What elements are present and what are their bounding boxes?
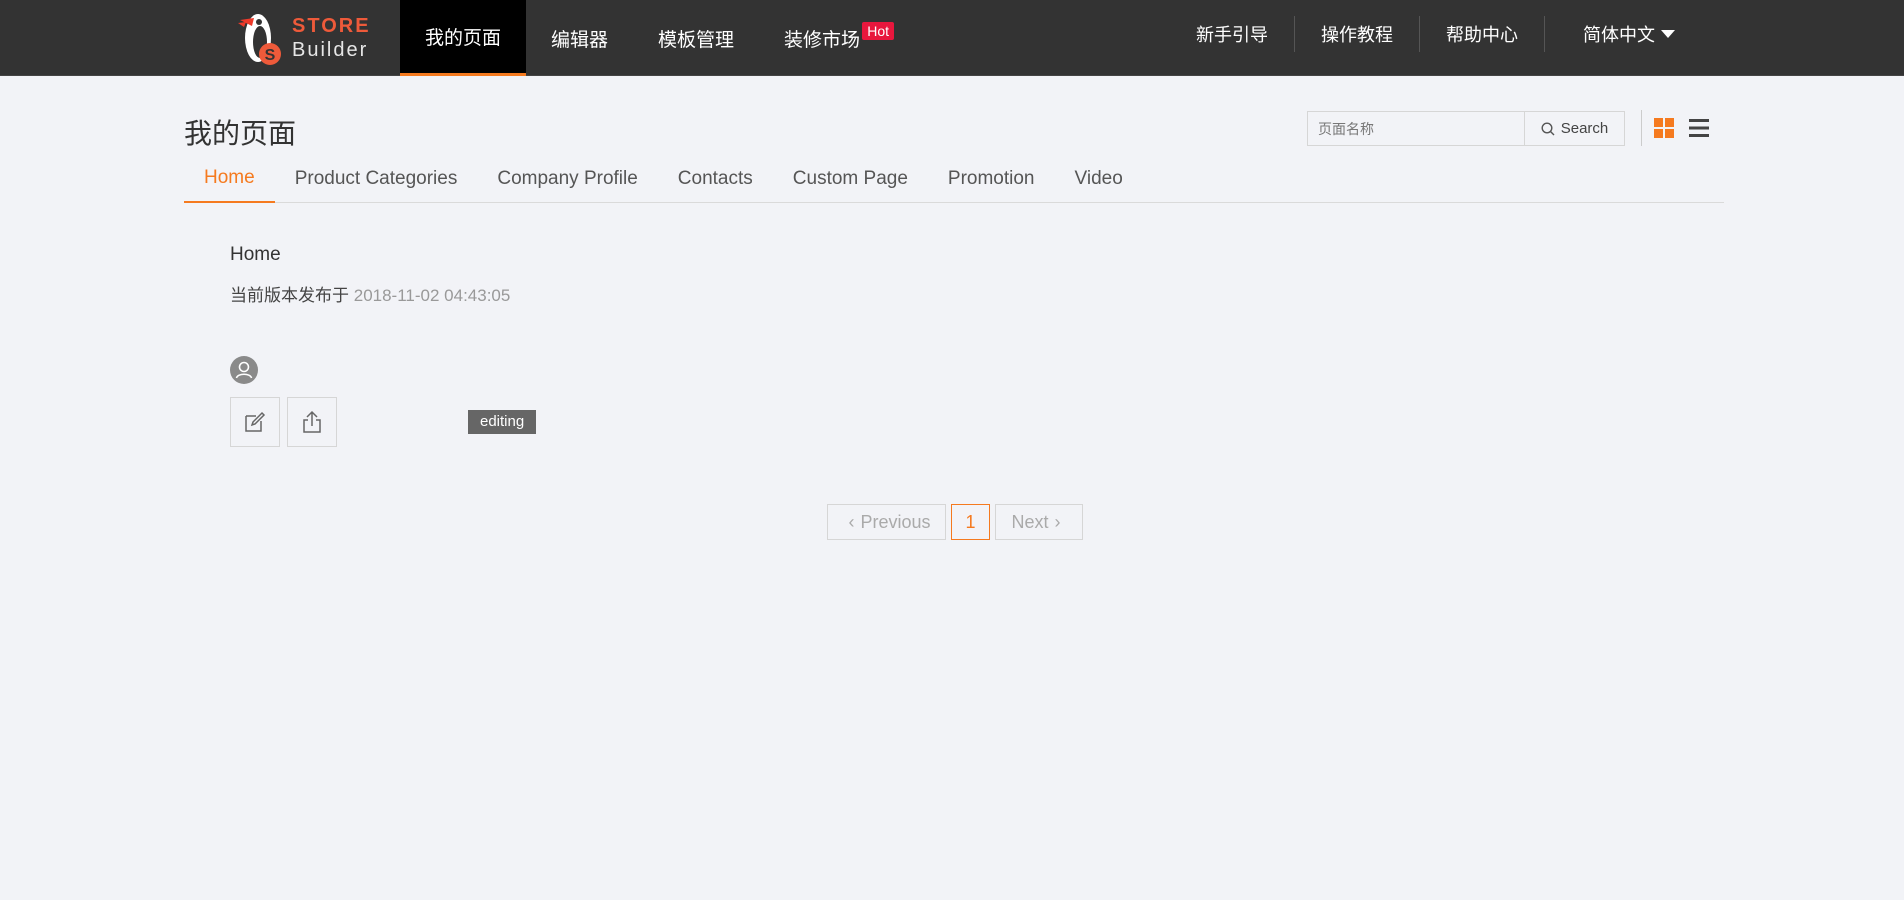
tab-label: Product Categories [294,167,458,189]
nav-item-decoration-market[interactable]: 装修市场 Hot [759,0,904,76]
top-navigation-bar: S STORE Builder 我的页面 编辑器 模板管理 装修市场 Hot 新… [0,0,1904,76]
tab-video[interactable]: Video [1055,154,1143,203]
nav-item-label: 模板管理 [658,29,735,51]
penguin-logo-icon: S [234,8,286,68]
hot-badge: Hot [862,22,895,40]
user-avatar-icon [230,356,258,384]
search-input[interactable] [1308,112,1524,145]
list-view-icon [1689,119,1709,137]
tab-label: Custom Page [792,167,908,189]
nav-right-label: 新手引导 [1196,25,1268,45]
page-number-button[interactable]: 1 [951,504,990,540]
store-builder-logo[interactable]: S STORE Builder [234,4,394,72]
nav-item-my-pages[interactable]: 我的页面 [400,0,527,76]
tab-product-categories[interactable]: Product Categories [275,154,478,203]
main-nav: 我的页面 编辑器 模板管理 装修市场 Hot [400,0,904,76]
tab-custom-page[interactable]: Custom Page [773,154,928,203]
tab-label: Contacts [677,167,753,189]
tab-label: Promotion [947,167,1035,189]
search-button[interactable]: Search [1524,112,1624,145]
chevron-left-icon: ‹ [848,511,855,532]
caret-down-icon [1661,30,1675,38]
language-label: 简体中文 [1583,25,1655,45]
nav-item-editor[interactable]: 编辑器 [526,0,633,76]
logo-text: STORE Builder [292,16,371,60]
tab-home[interactable]: Home [184,154,275,203]
logo-builder-text: Builder [292,39,369,61]
nav-item-template-management[interactable]: 模板管理 [633,0,759,76]
previous-page-button[interactable]: ‹ Previous [827,504,946,540]
tab-company-profile[interactable]: Company Profile [477,154,657,203]
grid-view-icon [1654,118,1674,138]
tab-label: Home [204,166,255,188]
search-box: Search [1307,111,1625,146]
edit-page-button[interactable] [230,397,280,447]
nav-item-label: 编辑器 [551,29,609,51]
pagination: ‹ Previous 1 Next › [827,504,1083,540]
nav-item-label: 装修市场 [784,29,861,51]
secondary-nav: 新手引导 操作教程 帮助中心 简体中文 [1170,0,1904,68]
next-page-button[interactable]: Next › [995,504,1083,540]
nav-right-label: 操作教程 [1321,25,1393,45]
nav-item-label: 我的页面 [425,28,502,49]
search-icon [1541,121,1555,135]
status-badge: editing [468,410,537,434]
page-title: 我的页面 [184,118,297,149]
svg-text:S: S [265,47,276,64]
share-page-button[interactable] [287,397,337,447]
language-selector[interactable]: 简体中文 [1545,16,1701,52]
tab-label: Company Profile [497,167,638,189]
nav-tutorials[interactable]: 操作教程 [1295,16,1420,52]
nav-right-label: 帮助中心 [1446,25,1518,45]
page-card-published: 当前版本发布于 2018-11-02 04:43:05 [230,281,510,306]
logo-store-text: STORE [292,15,371,37]
page-category-tabs: Home Product Categories Company Profile … [184,154,1724,203]
view-toggle-divider [1641,110,1642,146]
tab-contacts[interactable]: Contacts [658,154,773,203]
page-card-title: Home [230,244,281,265]
published-prefix: 当前版本发布于 [230,286,349,305]
share-icon [303,410,321,433]
next-label: Next [1011,511,1049,532]
edit-icon [245,411,266,432]
nav-help-center[interactable]: 帮助中心 [1420,16,1545,52]
nav-beginner-guide[interactable]: 新手引导 [1170,16,1295,52]
published-date: 2018-11-02 04:43:05 [353,286,511,305]
tab-label: Video [1074,167,1123,189]
search-button-label: Search [1560,120,1609,137]
grid-view-toggle[interactable] [1654,118,1674,138]
chevron-right-icon: › [1054,511,1061,532]
tab-promotion[interactable]: Promotion [928,154,1055,203]
list-view-toggle[interactable] [1689,118,1709,138]
previous-label: Previous [860,511,931,532]
